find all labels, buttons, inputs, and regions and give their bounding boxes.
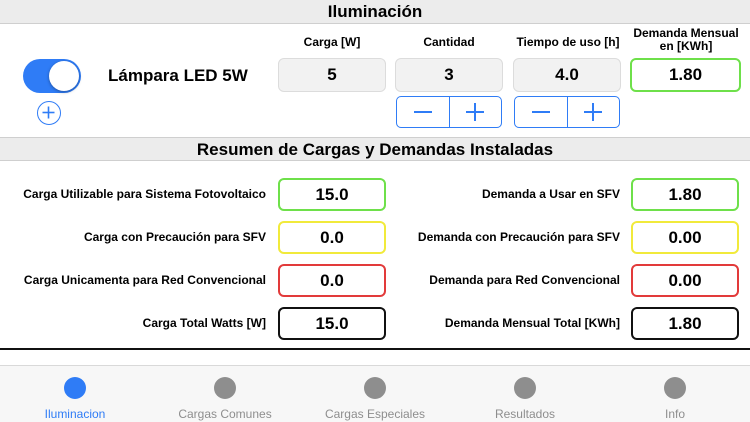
demanda-column-label: Demanda Mensual en [KWh] [628, 27, 744, 53]
lamp-name-label: Lámpara LED 5W [108, 66, 248, 85]
cargas-comunes-tab-icon [214, 377, 236, 399]
carga-field[interactable]: 5 [278, 58, 386, 92]
plus-circle-icon [42, 106, 55, 119]
tab-label: Cargas Comunes [178, 407, 272, 421]
summary-right-value-3: 1.80 [631, 307, 739, 340]
summary-right-label-3: Demanda Mensual Total [KWh] [444, 316, 620, 330]
cantidad-decrement-button[interactable] [397, 97, 449, 127]
tab-cargas-especiales[interactable]: Cargas Especiales [300, 366, 450, 422]
summary-left-value-0: 15.0 [278, 178, 386, 211]
summary-right-label-1: Demanda con Precaución para SFV [417, 230, 620, 244]
tab-label: Resultados [494, 407, 556, 421]
cantidad-field: 3 [395, 58, 503, 92]
summary-right-value-1: 0.00 [631, 221, 739, 254]
cargas-especiales-tab-icon [364, 377, 386, 399]
lamp-enable-toggle[interactable] [23, 59, 81, 93]
plus-icon [466, 103, 485, 121]
summary-left-label-1: Carga con Precaución para SFV [83, 230, 266, 244]
summary-left-value-1: 0.0 [278, 221, 386, 254]
tiempo-increment-button[interactable] [566, 97, 620, 127]
resultados-tab-icon [514, 377, 536, 399]
add-lamp-button[interactable] [37, 101, 61, 125]
tab-bar: Iluminacion Cargas Comunes Cargas Especi… [0, 365, 750, 422]
tiempo-column-label: Tiempo de uso [h] [516, 35, 620, 49]
demanda-field: 1.80 [630, 58, 741, 92]
tiempo-field: 4.0 [513, 58, 621, 92]
content-divider [0, 348, 750, 350]
tiempo-stepper [514, 96, 620, 128]
info-tab-icon [664, 377, 686, 399]
summary-left-label-0: Carga Utilizable para Sistema Fotovoltai… [23, 187, 266, 201]
summary-left-value-2: 0.0 [278, 264, 386, 297]
minus-icon [413, 111, 432, 113]
summary-right-value-0: 1.80 [631, 178, 739, 211]
tab-info[interactable]: Info [600, 366, 750, 422]
summary-right-label-2: Demanda para Red Convencional [429, 273, 620, 287]
demanda-label-line2: en [KWh] [659, 39, 713, 53]
summary-left-label-3: Carga Total Watts [W] [142, 316, 266, 330]
tab-label: Iluminacion [44, 407, 106, 421]
cantidad-increment-button[interactable] [448, 97, 502, 127]
cantidad-stepper [396, 96, 502, 128]
cantidad-column-label: Cantidad [423, 35, 475, 49]
lighting-section-header: Iluminación [0, 0, 750, 24]
toggle-knob [49, 61, 79, 91]
tab-cargas-comunes[interactable]: Cargas Comunes [150, 366, 300, 422]
tab-label: Cargas Especiales [324, 407, 426, 421]
tab-label: Info [664, 407, 685, 421]
minus-icon [531, 111, 550, 113]
summary-section-header: Resumen de Cargas y Demandas Instaladas [0, 137, 750, 161]
plus-icon [584, 103, 603, 121]
iluminacion-tab-icon [64, 377, 86, 399]
summary-left-label-2: Carga Unicamenta para Red Convencional [23, 273, 266, 287]
tiempo-decrement-button[interactable] [515, 97, 567, 127]
tab-resultados[interactable]: Resultados [450, 366, 600, 422]
tab-iluminacion[interactable]: Iluminacion [0, 366, 150, 422]
summary-right-label-0: Demanda a Usar en SFV [481, 187, 620, 201]
summary-right-value-2: 0.00 [631, 264, 739, 297]
carga-column-label: Carga [W] [303, 35, 361, 49]
summary-left-value-3: 15.0 [278, 307, 386, 340]
